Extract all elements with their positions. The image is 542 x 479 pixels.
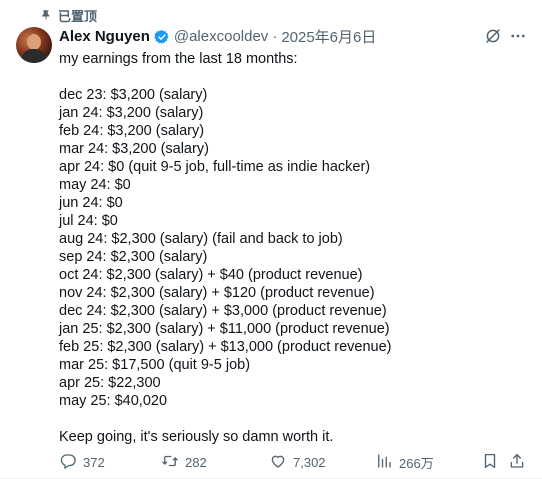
tweet-line: jul 24: $0	[59, 213, 118, 229]
tweet-line: Keep going, it's seriously so damn worth…	[59, 429, 334, 445]
tweet-line	[59, 68, 529, 86]
tweet[interactable]: 已置顶 Alex Nguyen @alexcooldev · 2025年6月6日	[0, 0, 542, 479]
tweet-line: oct 24: $2,300 (salary) + $40 (product r…	[59, 267, 363, 283]
reply-button[interactable]: 372	[59, 452, 105, 473]
author-handle[interactable]: @alexcooldev	[174, 28, 268, 45]
avatar[interactable]	[16, 27, 52, 63]
tweet-line: jan 25: $2,300 (salary) + $11,000 (produ…	[59, 321, 390, 337]
views-button[interactable]: 266万	[375, 452, 434, 473]
author-name[interactable]: Alex Nguyen	[59, 28, 150, 45]
views-count: 266万	[399, 456, 434, 471]
tweet-line: nov 24: $2,300 (salary) + $120 (product …	[59, 285, 375, 301]
views-icon	[375, 452, 393, 473]
reply-icon	[59, 452, 77, 473]
tweet-date[interactable]: 2025年6月6日	[281, 26, 376, 47]
retweet-button[interactable]: 282	[161, 452, 207, 473]
tweet-line: mar 24: $3,200 (salary)	[59, 141, 209, 157]
share-button[interactable]	[508, 452, 526, 473]
pinned-label: 已置顶	[58, 9, 98, 24]
pinned-indicator: 已置顶	[40, 6, 97, 25]
tweet-line: feb 25: $2,300 (salary) + $13,000 (produ…	[59, 339, 392, 355]
like-count: 7,302	[293, 455, 326, 470]
pin-icon	[40, 8, 52, 23]
share-icon	[508, 452, 526, 473]
tweet-line	[59, 410, 529, 428]
reply-count: 372	[83, 455, 105, 470]
tweet-line: aug 24: $2,300 (salary) (fail and back t…	[59, 231, 343, 247]
tweet-line: may 24: $0	[59, 177, 131, 193]
bookmark-icon	[481, 452, 499, 473]
tweet-line: feb 24: $3,200 (salary)	[59, 123, 205, 139]
tweet-header: Alex Nguyen @alexcooldev · 2025年6月6日	[59, 26, 482, 47]
tweet-line: my earnings from the last 18 months:	[59, 51, 298, 67]
tweet-line: apr 25: $22,300	[59, 375, 161, 391]
tweet-line: dec 24: $2,300 (salary) + $3,000 (produc…	[59, 303, 387, 319]
tweet-line: jan 24: $3,200 (salary)	[59, 105, 204, 121]
tweet-line: jun 24: $0	[59, 195, 123, 211]
more-icon[interactable]	[509, 27, 527, 45]
grok-icon[interactable]	[484, 27, 502, 45]
bookmark-button[interactable]	[481, 452, 499, 473]
tweet-line: may 25: $40,020	[59, 393, 168, 409]
retweet-count: 282	[185, 455, 207, 470]
tweet-text: my earnings from the last 18 months: dec…	[59, 50, 529, 446]
verified-badge-icon	[154, 29, 170, 45]
retweet-icon	[161, 452, 179, 473]
tweet-line: mar 25: $17,500 (quit 9-5 job)	[59, 357, 251, 373]
tweet-actions: 372 282 7,302 266万	[59, 452, 529, 472]
separator-dot: ·	[272, 28, 278, 45]
heart-icon	[269, 452, 287, 473]
tweet-line: sep 24: $2,300 (salary)	[59, 249, 208, 265]
like-button[interactable]: 7,302	[269, 452, 326, 473]
tweet-line: apr 24: $0 (quit 9-5 job, full-time as i…	[59, 159, 371, 175]
tweet-line: dec 23: $3,200 (salary)	[59, 87, 208, 103]
